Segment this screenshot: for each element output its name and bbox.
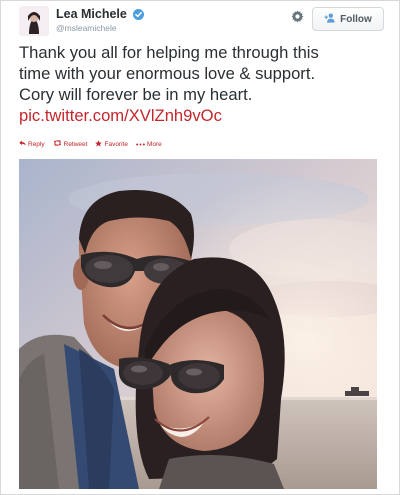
tweet-text-line-3: Cory will forever be in my heart. [19, 85, 253, 104]
tweet-header: Lea Michele @msleamichele Follow [19, 5, 384, 37]
tweet-media-link[interactable]: pic.twitter.com/XVlZnh9vOc [19, 106, 222, 126]
retweet-label: Retweet [63, 140, 88, 148]
verified-badge-icon [133, 9, 145, 23]
avatar[interactable] [19, 6, 49, 36]
reply-label: Reply [28, 140, 45, 148]
tweet-text-line-2: time with your enormous love & support. [19, 64, 316, 83]
follow-label: Follow [340, 13, 372, 25]
author-name-row[interactable]: Lea Michele [56, 7, 145, 23]
follow-button[interactable]: Follow [312, 7, 384, 31]
tweet-actions: Reply Retweet Favorite More [19, 138, 162, 150]
favorite-action[interactable]: Favorite [95, 138, 128, 150]
tweet-photo[interactable] [19, 159, 377, 489]
reply-icon [19, 140, 26, 148]
author-name[interactable]: Lea Michele [56, 7, 127, 21]
more-action[interactable]: More [136, 138, 162, 150]
favorite-label: Favorite [104, 140, 128, 148]
add-user-icon [324, 13, 336, 26]
gear-icon[interactable] [291, 10, 304, 28]
tweet-text-line-1: Thank you all for helping me through thi… [19, 43, 319, 62]
tweet-card: Lea Michele @msleamichele Follow Thank y… [0, 0, 400, 495]
retweet-icon [53, 140, 62, 148]
ellipsis-icon [136, 141, 145, 148]
star-icon [95, 139, 103, 149]
reply-action[interactable]: Reply [19, 138, 45, 150]
retweet-action[interactable]: Retweet [53, 138, 88, 150]
tweet-text: Thank you all for helping me through thi… [19, 42, 383, 105]
author-handle[interactable]: @msleamichele [56, 23, 117, 33]
more-label: More [146, 140, 162, 148]
